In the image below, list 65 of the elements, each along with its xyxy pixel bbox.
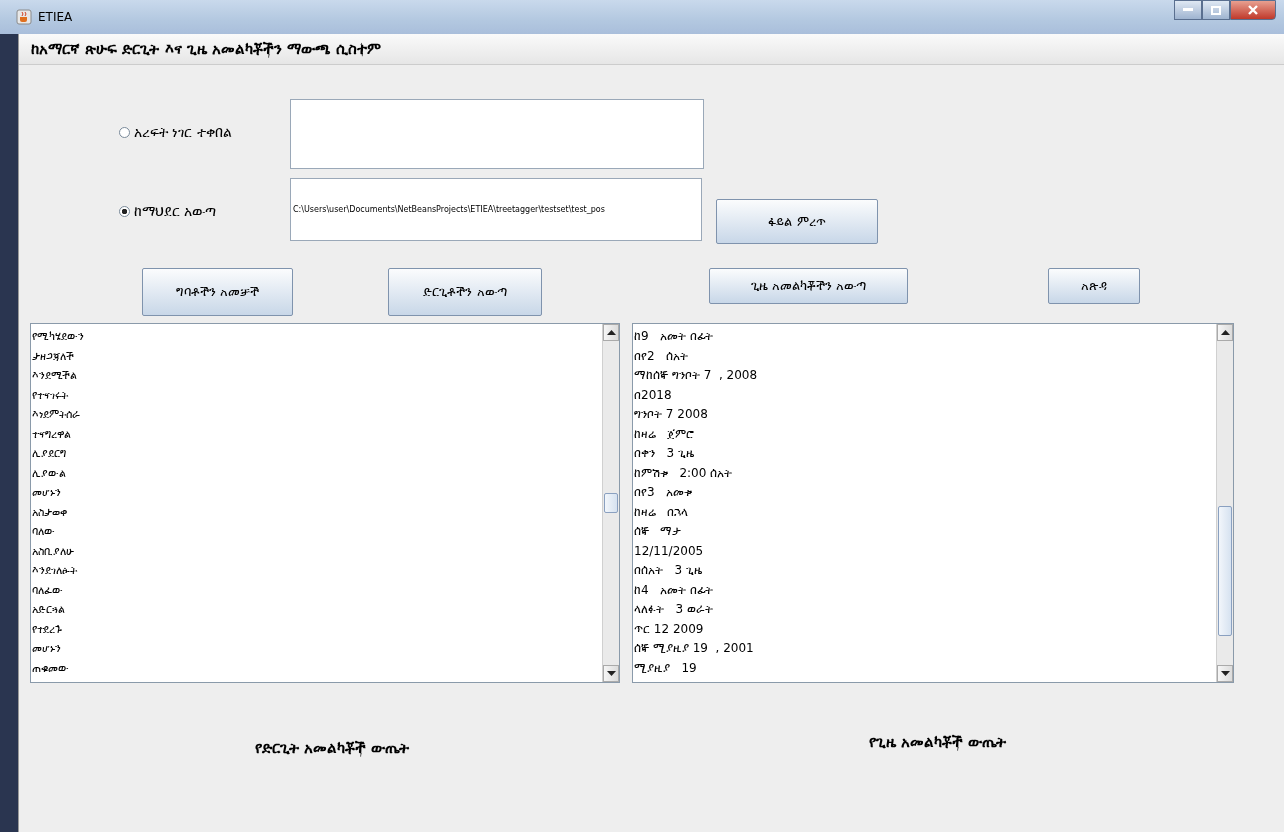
list-item: እንደገለፁት	[32, 563, 78, 579]
list-item: ማከሰኞ ግንቦት 7 , 2008	[634, 367, 759, 384]
list-item: ሊያውል	[32, 465, 67, 482]
list-item: በቀን 3 ጊዜ	[634, 445, 695, 462]
list-item: ተናግረዋል	[32, 426, 72, 443]
maximize-icon	[1211, 5, 1221, 15]
scroll-thumb[interactable]	[1218, 506, 1232, 636]
list-item: መሆኑን	[32, 485, 62, 501]
scroll-up-icon[interactable]	[1220, 330, 1230, 335]
action-button[interactable]: ድርጊቶችን አውጣ	[388, 268, 542, 316]
list-item: የተናገሩት	[32, 387, 69, 404]
radio-label[interactable]: አረፍት ነገር ተቀበል	[134, 124, 232, 141]
list-item: የተደረጉ	[32, 621, 63, 638]
app-heading: ከአማርኛ ጽሁፍ ድርጊት እና ጊዜ አመልካቾችን ማውጫ ሲስተም	[19, 34, 1284, 65]
path-field[interactable]: C:\Users\user\Documents\NetBeansProjects\ETIEA\treetagger\testset\test_pos	[290, 178, 702, 241]
minimize-icon	[1183, 8, 1193, 12]
list-item: ጥር 12 2009	[634, 620, 705, 638]
scrollbar[interactable]	[602, 324, 619, 682]
list-item: ላለፉት 3 ወራት	[634, 601, 714, 618]
scroll-down-icon[interactable]	[1220, 671, 1230, 676]
window-title: ETIEA	[38, 10, 73, 24]
list-item: ጠቁመው	[32, 660, 70, 677]
list-item: ከዛሬ ጀምሮ	[634, 425, 696, 443]
list-item: በየ2 ሰአት	[634, 347, 690, 365]
list-item: ከ9 አመት በፊት	[634, 328, 714, 345]
result-label: የጊዜ አመልካቾች ውጤት	[869, 733, 1007, 751]
list-item: በ2018	[634, 386, 673, 404]
cup-icon	[16, 9, 32, 25]
radio-button[interactable]	[119, 127, 130, 138]
minimize-button[interactable]	[1174, 0, 1202, 20]
scroll-up-icon[interactable]	[606, 330, 616, 335]
list-item: ሊያደርግ	[32, 446, 67, 462]
list-item: ሰኞ ሚያዚያ 19 , 2001	[634, 640, 755, 657]
list-item: ግንቦት 7 2008	[634, 406, 709, 423]
list-item: ከዛሬ በኋላ	[634, 503, 690, 521]
list-item: እንደሚችል	[32, 368, 78, 384]
close-icon	[1248, 5, 1258, 15]
list-item: አስቢያለሁ	[32, 543, 75, 560]
radio-label[interactable]: ከማህደር አውጣ	[134, 203, 217, 220]
list-item: የሚካሄደውን	[32, 329, 85, 345]
list-item: ከ4 አመት በፊት	[634, 581, 714, 599]
list-item: አድርጓል	[32, 602, 66, 618]
list-item: በሰአት 3 ጊዜ	[634, 562, 703, 579]
choose-file-button[interactable]: ፋይል ምረጥ	[716, 199, 878, 244]
scroll-thumb[interactable]	[604, 493, 618, 513]
radio-button[interactable]	[119, 206, 130, 217]
close-button[interactable]	[1230, 0, 1276, 20]
list-item: ሰኞ ማታ	[634, 523, 683, 540]
maximize-button[interactable]	[1202, 0, 1230, 20]
result-label: የድርጊት አመልካቾች ውጤት	[255, 739, 410, 757]
list-item: ሚያዚያ 19	[634, 659, 698, 677]
list-item: ባለፈው	[32, 582, 64, 599]
scroll-down-icon[interactable]	[606, 671, 616, 676]
list-item: ታዘጋጃለች	[32, 348, 75, 365]
list-item: እነደምትሰራ	[32, 407, 81, 423]
scrollbar[interactable]	[1216, 324, 1233, 682]
list-item: አስታወቀ	[32, 504, 68, 521]
list-item: ከምሽቱ 2:00 ሰአት	[634, 464, 734, 482]
list-item: ባለው	[32, 524, 56, 540]
action-button[interactable]: አጽዳ	[1048, 268, 1140, 304]
list-item: 12/11/2005	[634, 542, 705, 560]
list-item: በየ3 አመቱ	[634, 484, 694, 501]
action-button[interactable]: ግባቶችን አመቻች	[142, 268, 293, 316]
action-button[interactable]: ጊዜ አመልካቾችን አውጣ	[709, 268, 908, 304]
list-item: መሆኑን	[32, 641, 62, 657]
